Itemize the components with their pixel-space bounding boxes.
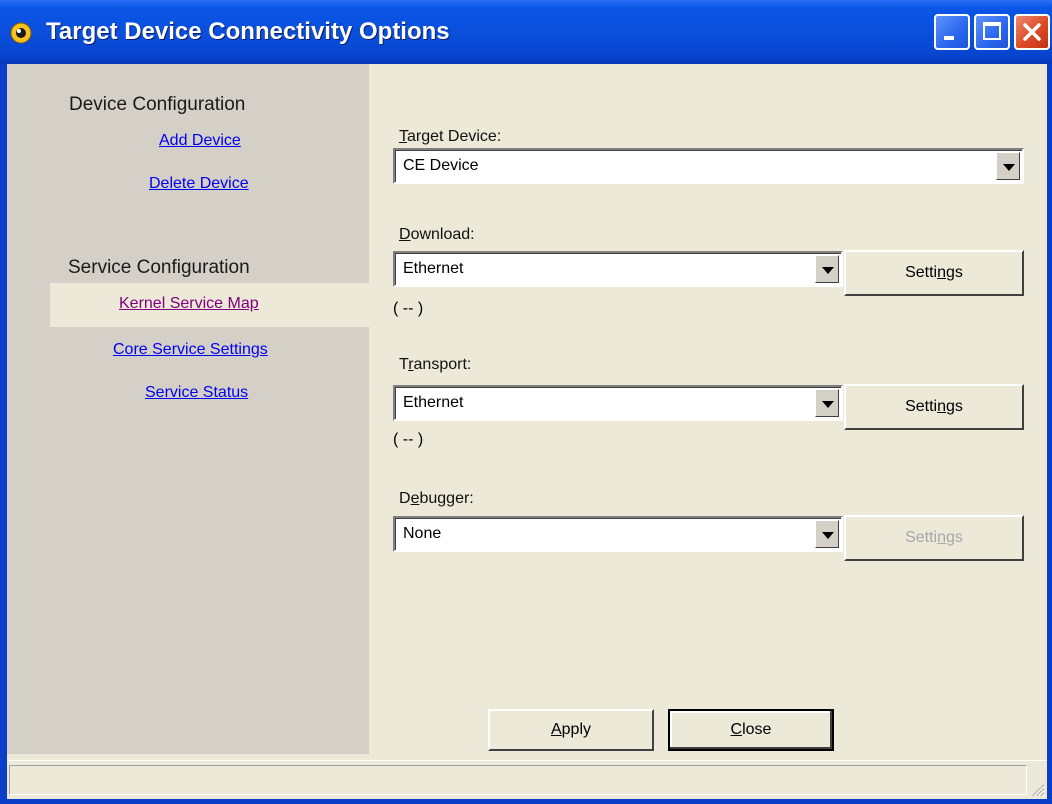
kernel-service-map-link[interactable]: Kernel Service Map (119, 295, 259, 313)
debugger-settings-mnemonic: n (937, 529, 946, 546)
transport-label-text-b: ansport: (413, 356, 472, 373)
chevron-down-icon (822, 401, 834, 408)
target-device-dropdown[interactable]: CE Device (393, 148, 1024, 184)
download-settings-button[interactable]: Setti n gs (844, 250, 1024, 296)
target-device-label: Target Device: (399, 128, 501, 146)
download-label: Download: (399, 226, 475, 244)
download-label-text: ownload: (410, 226, 475, 243)
download-status: ( -- ) (393, 300, 424, 317)
target-device-dropdown-button[interactable] (996, 152, 1020, 180)
close-mnemonic: C (730, 721, 743, 738)
debugger-settings-text-b: gs (946, 529, 963, 546)
transport-value: Ethernet (403, 394, 464, 411)
status-bar (7, 760, 1047, 799)
download-settings-text-b: gs (946, 264, 963, 281)
download-value: Ethernet (403, 260, 464, 277)
transport-dropdown[interactable]: Ethernet (393, 385, 843, 421)
dialog-client-area: Device Configuration Add Device Delete D… (7, 64, 1047, 799)
device-configuration-heading: Device Configuration (69, 94, 246, 115)
transport-status: ( -- ) (393, 431, 424, 448)
download-dropdown[interactable]: Ethernet (393, 251, 843, 287)
minimize-icon (944, 36, 954, 40)
close-icon (1023, 23, 1041, 41)
transport-dropdown-button[interactable] (815, 389, 839, 417)
debugger-label: Debugger: (399, 490, 474, 508)
debugger-settings-button: Setti n gs (844, 515, 1024, 561)
navigation-sidebar: Device Configuration Add Device Delete D… (7, 64, 369, 754)
dialog-window: Target Device Connectivity Options Devic… (0, 0, 1052, 804)
status-bar-pane (9, 765, 1027, 795)
core-service-settings-link[interactable]: Core Service Settings (113, 341, 268, 359)
chevron-down-icon (822, 267, 834, 274)
app-icon (10, 22, 32, 44)
transport-label: Transport: (399, 356, 471, 374)
maximize-button[interactable] (974, 14, 1010, 50)
debugger-label-text-b: bugger: (419, 490, 474, 507)
debugger-label-text-a: D (399, 490, 411, 507)
maximize-icon (983, 22, 1001, 40)
download-dropdown-button[interactable] (815, 255, 839, 283)
chevron-down-icon (822, 532, 834, 539)
transport-settings-button[interactable]: Setti n gs (844, 384, 1024, 430)
window-title: Target Device Connectivity Options (46, 18, 450, 45)
resize-grip-icon[interactable] (1029, 781, 1045, 797)
debugger-settings-text-a: Setti (905, 529, 938, 546)
delete-device-link[interactable]: Delete Device (149, 175, 249, 193)
service-configuration-heading: Service Configuration (68, 257, 250, 278)
download-settings-mnemonic: n (937, 264, 946, 281)
target-device-label-mnemonic: T (399, 128, 407, 145)
target-device-label-text: arget Device: (407, 128, 502, 145)
transport-settings-text-a: Setti (905, 398, 938, 415)
apply-label: pply (561, 721, 592, 738)
add-device-link[interactable]: Add Device (159, 132, 241, 150)
download-label-mnemonic: D (399, 226, 411, 243)
apply-button[interactable]: Apply (488, 709, 654, 751)
close-label: lose (742, 721, 772, 738)
debugger-dropdown[interactable]: None (393, 516, 843, 552)
transport-settings-text-b: gs (946, 398, 963, 415)
debugger-dropdown-button[interactable] (815, 520, 839, 548)
close-window-button[interactable] (1014, 14, 1050, 50)
apply-mnemonic: A (550, 721, 562, 738)
service-status-link[interactable]: Service Status (145, 384, 248, 402)
minimize-button[interactable] (934, 14, 970, 50)
close-button[interactable]: Close (668, 709, 834, 751)
transport-label-text-a: T (399, 356, 409, 373)
target-device-value: CE Device (403, 157, 479, 174)
transport-settings-mnemonic: n (937, 398, 946, 415)
download-settings-text-a: Setti (905, 264, 938, 281)
chevron-down-icon (1003, 164, 1015, 171)
title-bar[interactable]: Target Device Connectivity Options (0, 0, 1052, 64)
debugger-value: None (403, 525, 442, 542)
